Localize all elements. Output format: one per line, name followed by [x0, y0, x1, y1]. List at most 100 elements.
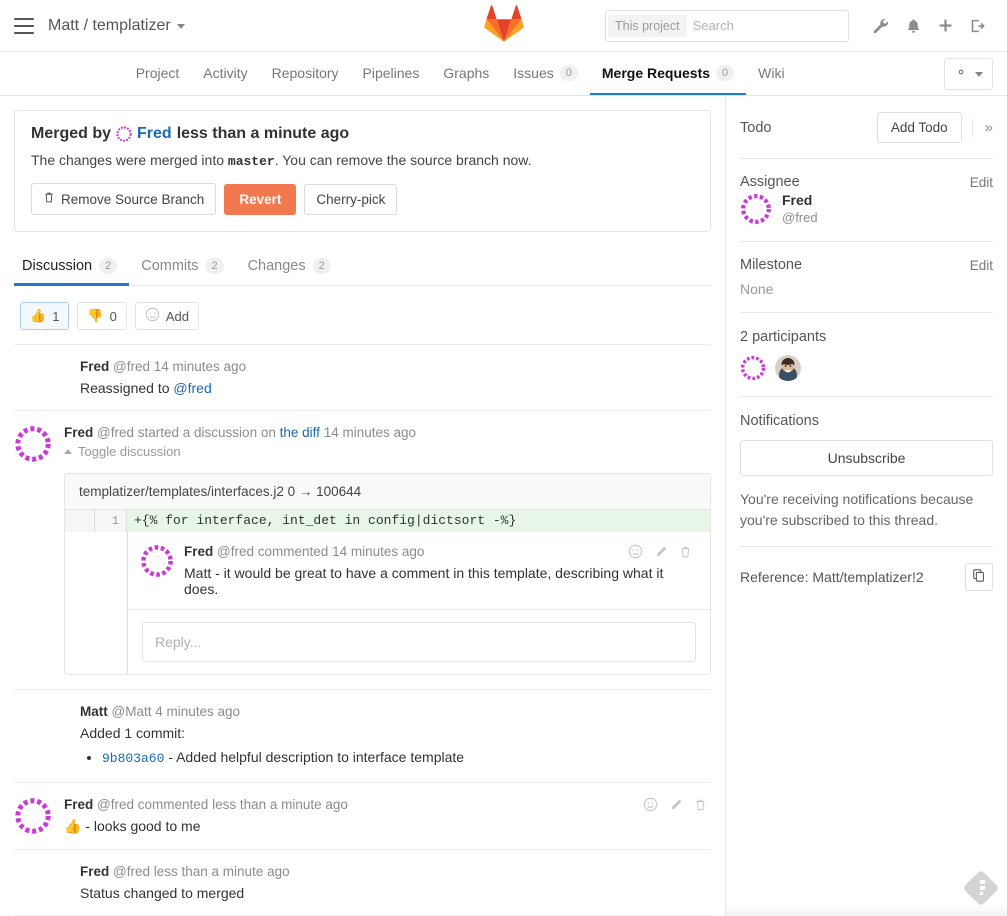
note-handle: @fred [113, 359, 150, 374]
mr-sidebar: Todo Add Todo » Assignee Edit Fred @fred [725, 96, 1007, 916]
cherry-pick-button[interactable]: Cherry-pick [304, 183, 398, 215]
add-todo-button[interactable]: Add Todo [876, 112, 962, 143]
assignee-label: Assignee [740, 174, 800, 190]
commit-list: 9b803a60 - Added helpful description to … [80, 749, 711, 766]
hamburger-icon[interactable] [14, 17, 34, 34]
search-input[interactable] [686, 18, 848, 33]
subnav-item-activity[interactable]: Activity [191, 52, 259, 95]
subnav-label: Pipelines [362, 64, 420, 81]
milestone-block: Milestone Edit None [740, 242, 993, 313]
avatar[interactable] [140, 544, 174, 578]
award-count: 1 [52, 308, 60, 324]
thumbs-up-emoji: 👍 [64, 818, 82, 834]
assignee-block: Assignee Edit Fred @fred [740, 159, 993, 242]
note-author: Fred [80, 864, 110, 879]
tab-label: Changes [247, 258, 306, 274]
comment-action: commented [257, 544, 329, 559]
project-settings-button[interactable] [943, 57, 993, 90]
subnav-item-repository[interactable]: Repository [260, 52, 351, 95]
note-time: less than a minute ago [212, 797, 348, 812]
subnav-label: Activity [203, 64, 248, 81]
merged-actions: Remove Source Branch Revert Cherry-pick [31, 183, 694, 215]
tab-commits[interactable]: Commits 2 [129, 248, 235, 286]
award-thumbsdown-button[interactable]: 👎 0 [77, 302, 127, 330]
project-breadcrumb[interactable]: Matt / templatizer [48, 17, 185, 35]
note-author: Matt [80, 704, 108, 719]
mr-tabs: Discussion 2 Commits 2 Changes 2 [14, 248, 711, 286]
wrench-icon[interactable] [865, 10, 897, 42]
search-box[interactable]: This project [605, 9, 849, 42]
diff-comment-actions [628, 544, 692, 562]
tab-count-badge: 2 [205, 258, 224, 274]
milestone-edit-button[interactable]: Edit [970, 258, 993, 273]
participants-block: 2 participants [740, 313, 993, 397]
note-body: Added 1 commit: [80, 725, 186, 741]
avatar[interactable] [14, 425, 52, 463]
double-chevron-right-icon[interactable]: » [971, 118, 993, 137]
sign-out-icon[interactable] [961, 10, 993, 42]
merged-time: less than a minute ago [176, 125, 350, 142]
pencil-icon[interactable] [654, 545, 668, 562]
subnav-label: Project [135, 64, 180, 81]
subnav-label: Wiki [758, 64, 785, 81]
main-column: Merged by Fred less than a minute ago Th… [0, 96, 725, 916]
note-author: Fred [80, 359, 110, 374]
smiley-icon[interactable] [643, 797, 658, 815]
tab-count-badge: 2 [312, 258, 331, 274]
diff-note-gutter [65, 532, 128, 674]
tab-changes[interactable]: Changes 2 [236, 248, 343, 286]
smiley-icon[interactable] [628, 544, 643, 562]
trash-icon[interactable] [679, 545, 692, 562]
todo-row: Todo Add Todo » [740, 96, 993, 159]
subnav-item-pipelines[interactable]: Pipelines [351, 52, 432, 95]
note-handle: @fred [97, 425, 134, 440]
assignee-value[interactable]: Fred @fred [740, 192, 993, 226]
assignee-edit-button[interactable]: Edit [970, 175, 993, 190]
avatar[interactable] [775, 355, 801, 381]
avatar[interactable] [740, 355, 766, 381]
diff-note-body: Fred @fred commented 14 minutes ago Matt… [128, 532, 710, 674]
trash-icon[interactable] [694, 798, 707, 815]
diff-line-added: 1 +{% for interface, int_det in config|d… [65, 510, 710, 532]
reference-label: Reference: Matt/templatizer!2 [740, 569, 924, 585]
note-content: Fred @fred 14 minutes ago Reassigned to … [80, 359, 711, 396]
subnav-label: Merge Requests [601, 64, 711, 81]
note-handle: @Matt [111, 704, 152, 719]
the-diff-link[interactable]: the diff [280, 425, 320, 440]
navbar-right: This project [605, 9, 993, 42]
award-thumbsup-button[interactable]: 👍 1 [20, 302, 70, 330]
gitlab-logo-icon[interactable] [483, 4, 524, 44]
mention-link[interactable]: @fred [173, 380, 211, 396]
bell-icon[interactable] [897, 10, 929, 42]
feedly-icon[interactable] [961, 868, 1001, 908]
merged-author-link[interactable]: Fred [137, 125, 172, 143]
note-action: started a discussion on [137, 425, 276, 440]
tab-label: Discussion [22, 258, 93, 274]
unsubscribe-button[interactable]: Unsubscribe [740, 440, 993, 476]
award-add-button[interactable]: Add [134, 302, 199, 330]
pencil-icon[interactable] [669, 798, 683, 815]
issues-count-badge: 0 [559, 64, 578, 81]
diff-line-code: +{% for interface, int_det in config|dic… [134, 513, 517, 528]
plus-icon[interactable] [929, 10, 961, 42]
diff-file-header: templatizer/templates/interfaces.j2 0 → … [65, 474, 710, 510]
page-body: Merged by Fred less than a minute ago Th… [0, 96, 1007, 916]
reply-input[interactable]: Reply... [142, 622, 696, 662]
subnav-item-merge-requests[interactable]: Merge Requests 0 [589, 52, 747, 95]
revert-button[interactable]: Revert [224, 183, 297, 215]
avatar [741, 194, 771, 224]
toggle-discussion-button[interactable]: Toggle discussion [64, 444, 711, 459]
copy-reference-button[interactable] [965, 563, 993, 591]
commit-sha-link[interactable]: 9b803a60 [102, 751, 164, 766]
award-emoji-bar: 👍 1 👎 0 Add [14, 286, 711, 345]
remove-source-branch-button[interactable]: Remove Source Branch [31, 183, 217, 215]
diff-note-row: Fred @fred commented 14 minutes ago Matt… [65, 532, 710, 674]
subnav-item-issues[interactable]: Issues 0 [501, 52, 590, 95]
participants-avatars [740, 355, 993, 381]
avatar[interactable] [14, 797, 52, 835]
subnav-item-graphs[interactable]: Graphs [431, 52, 501, 95]
chevron-up-icon [64, 449, 72, 454]
tab-discussion[interactable]: Discussion 2 [14, 248, 130, 286]
subnav-item-project[interactable]: Project [124, 52, 192, 95]
subnav-item-wiki[interactable]: Wiki [746, 52, 796, 95]
